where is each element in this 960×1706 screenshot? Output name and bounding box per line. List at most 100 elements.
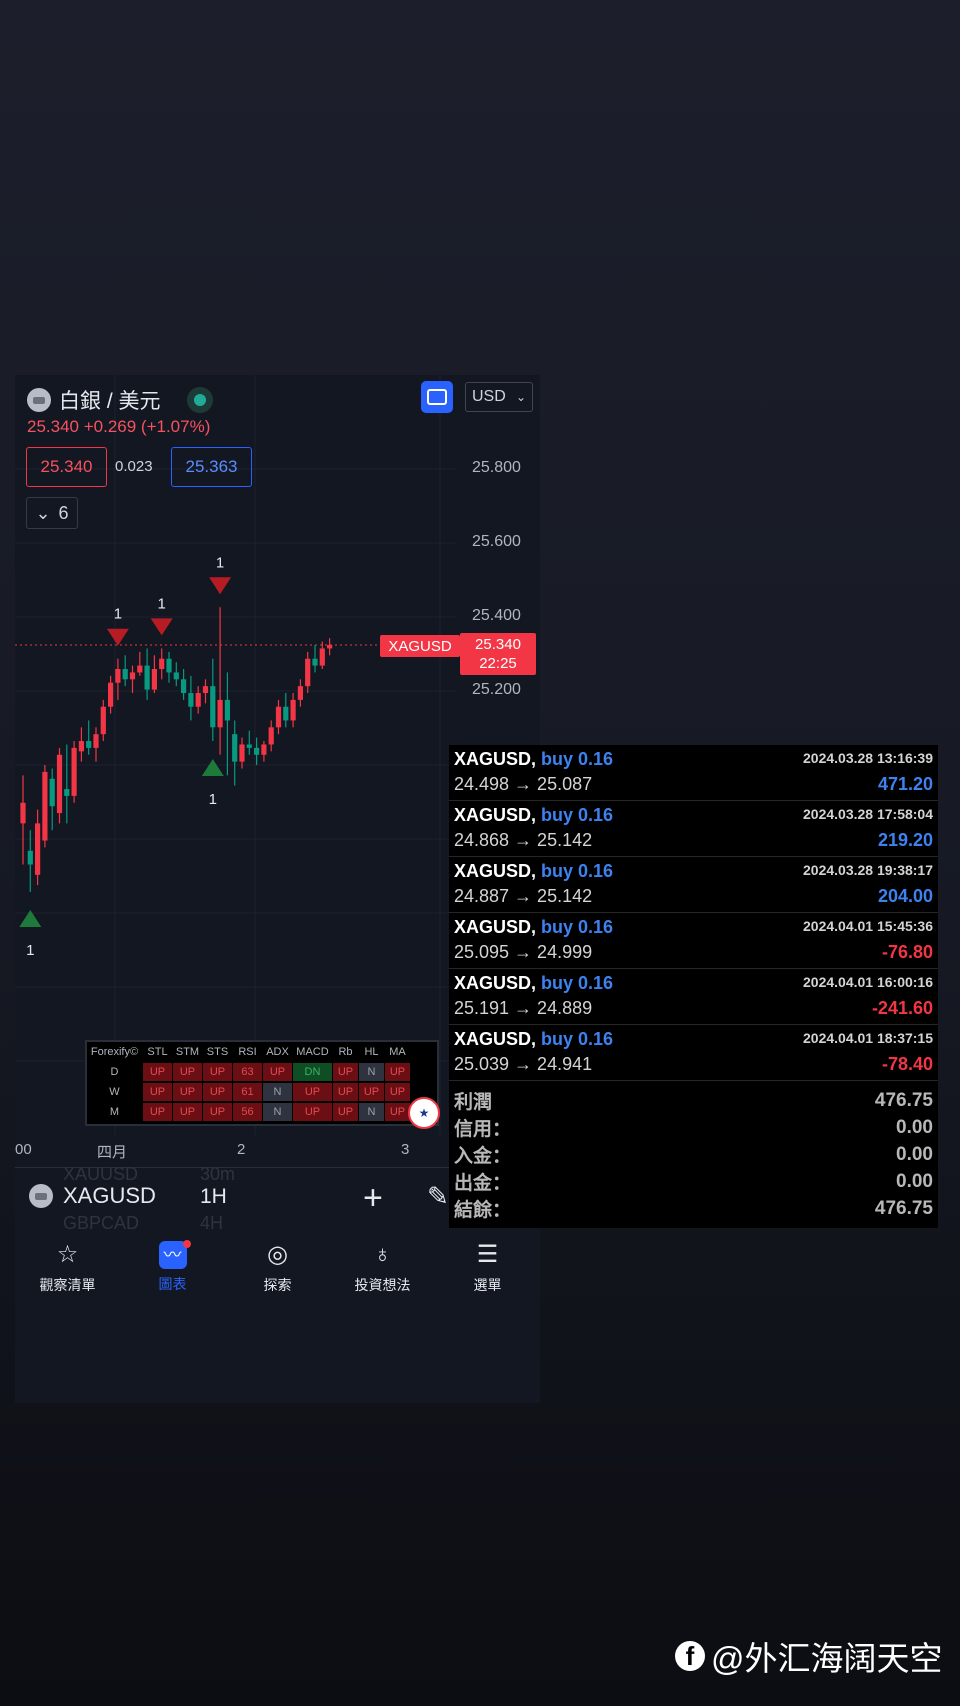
trade-profit: -78.40 bbox=[881, 1054, 933, 1074]
forexify-row: W UP UP UP 61 N UP UP UP UP bbox=[87, 1082, 437, 1102]
summary-value: 476.75 bbox=[874, 1089, 933, 1111]
forexify-cell: UP bbox=[173, 1103, 203, 1121]
nav-menu[interactable]: ☰ 選單 bbox=[435, 1232, 540, 1302]
sell-signal-marker bbox=[106, 628, 129, 646]
trade-profit: 471.20 bbox=[877, 774, 933, 794]
symbol-text: XAGUSD, bbox=[454, 1029, 537, 1049]
trade-prices: 24.887 → 25.142 bbox=[454, 886, 593, 906]
candle-body bbox=[78, 741, 84, 752]
ghost-timeframe: 30m bbox=[200, 1164, 236, 1184]
column-header: STS bbox=[203, 1043, 233, 1061]
silver-coin-icon bbox=[27, 388, 51, 412]
candle-body bbox=[166, 658, 172, 673]
forexify-title: Forexify© bbox=[87, 1043, 143, 1061]
nav-watchlist[interactable]: ☆ 觀察清單 bbox=[15, 1232, 120, 1302]
toolbar-symbol: XAGUSD bbox=[63, 1183, 156, 1208]
symbol-text: XAGUSD, bbox=[454, 805, 537, 825]
forexify-cell: UP bbox=[143, 1103, 173, 1121]
price-axis-label: 25.200 bbox=[472, 681, 521, 698]
candle-body bbox=[86, 741, 92, 748]
forexify-cell: UP bbox=[333, 1103, 359, 1121]
candle-body bbox=[35, 823, 41, 875]
column-header: MA bbox=[385, 1043, 411, 1061]
trade-row: XAGUSD, buy 0.16 2024.03.28 19:38:17 24.88… bbox=[449, 857, 938, 913]
column-header: STM bbox=[173, 1043, 203, 1061]
currency-value: USD bbox=[472, 388, 506, 405]
trade-symbol: XAGUSD, buy 0.16 bbox=[454, 1029, 613, 1050]
last-price: 25.340 bbox=[475, 636, 521, 653]
candle-body bbox=[93, 734, 99, 748]
market-open-icon bbox=[186, 387, 213, 413]
watermark-text: @外汇海阔天空 bbox=[711, 1640, 943, 1677]
chevron-down-icon: ⌄ bbox=[515, 390, 526, 404]
ghost-symbol: GBPCAD bbox=[63, 1213, 140, 1233]
trade-prices: 25.039 → 24.941 bbox=[454, 1054, 593, 1074]
nav-ideas[interactable]: ♁ 投資想法 bbox=[330, 1232, 435, 1302]
nav-chart[interactable]: 〰 圖表 bbox=[120, 1232, 225, 1302]
candle-body bbox=[137, 665, 143, 673]
candle-body bbox=[283, 706, 289, 721]
trade-time: 2024.04.01 15:45:36 bbox=[803, 918, 933, 934]
summary-row: 結餘： 476.75 bbox=[454, 1195, 933, 1222]
time-axis-label: 3 bbox=[401, 1141, 410, 1158]
trade-time: 2024.03.28 13:16:39 bbox=[803, 750, 933, 766]
trade-side: buy 0.16 bbox=[541, 861, 614, 881]
trade-row: XAGUSD, buy 0.16 2024.03.28 13:16:39 24.49… bbox=[449, 745, 938, 801]
forexify-cell: N bbox=[359, 1063, 385, 1081]
ghost-symbol: XAUUSD bbox=[63, 1164, 139, 1184]
summary-label: 出金： bbox=[454, 1173, 512, 1194]
row-label: D bbox=[87, 1063, 143, 1081]
candle-body bbox=[71, 747, 77, 796]
column-header: ADX bbox=[263, 1043, 293, 1061]
trade-time: 2024.04.01 18:37:15 bbox=[803, 1030, 933, 1046]
candle-body bbox=[20, 802, 26, 824]
forexify-cell: UP bbox=[173, 1083, 203, 1101]
candle-body bbox=[188, 693, 194, 707]
indicators-toggle[interactable]: ⌄ 6 bbox=[26, 497, 78, 529]
sell-signal-marker bbox=[150, 618, 173, 636]
fullscreen-button[interactable] bbox=[421, 381, 453, 413]
nav-explore[interactable]: ◎ 探索 bbox=[225, 1232, 330, 1302]
silver-coin-icon bbox=[29, 1184, 53, 1208]
forexify-rows: D UP UP UP 63 UP DN UP N UP W UP UP UP 61 N UP UP UP UP M UP U… bbox=[87, 1062, 437, 1122]
price-change: 25.340 +0.269 (+1.07%) bbox=[27, 417, 211, 436]
sell-signal-marker bbox=[209, 577, 232, 595]
watermark: f @外汇海阔天空 bbox=[675, 1632, 943, 1680]
drawing-pen-icon[interactable]: ✎ bbox=[427, 1181, 449, 1212]
candle-body bbox=[202, 686, 209, 694]
candle-body bbox=[319, 648, 325, 666]
sell-price-button[interactable]: 25.340 bbox=[26, 447, 107, 487]
symbol-search-button[interactable]: XAGUSD bbox=[29, 1183, 156, 1209]
trade-time: 2024.04.01 16:00:16 bbox=[803, 974, 933, 990]
candle-body bbox=[217, 699, 223, 728]
compass-icon: ◎ bbox=[267, 1240, 288, 1268]
forexify-cell: UP bbox=[203, 1083, 233, 1101]
price-axis-label: 25.600 bbox=[472, 533, 521, 550]
forexify-cell: UP bbox=[293, 1083, 333, 1101]
row-label: M bbox=[87, 1103, 143, 1121]
summary-row: 出金： 0.00 bbox=[454, 1168, 933, 1195]
candle-body bbox=[108, 682, 114, 707]
ghost-timeframe: 4H bbox=[200, 1213, 224, 1233]
symbol-price-tag: XAGUSD bbox=[380, 635, 460, 657]
summary-value: 0.00 bbox=[896, 1143, 933, 1165]
forexify-cell: UP bbox=[203, 1063, 233, 1081]
candle-body bbox=[261, 744, 267, 755]
forexify-cell: UP bbox=[173, 1063, 203, 1081]
forexify-cell: 56 bbox=[233, 1103, 263, 1121]
candle-body bbox=[122, 669, 128, 680]
add-icon[interactable]: + bbox=[363, 1179, 383, 1218]
summary-label: 入金： bbox=[454, 1146, 512, 1167]
summary-value: 476.75 bbox=[874, 1197, 933, 1219]
candle-body bbox=[27, 850, 33, 865]
currency-select[interactable]: USD ⌄ bbox=[465, 382, 533, 412]
symbol-header[interactable]: 白銀 / 美元 bbox=[27, 385, 213, 415]
summary-row: 利潤 476.75 bbox=[454, 1087, 933, 1114]
bar-countdown: 22:25 bbox=[479, 655, 517, 672]
timeframe-button[interactable]: 1H bbox=[200, 1185, 227, 1209]
trade-time: 2024.03.28 19:38:17 bbox=[803, 862, 933, 878]
signal-label: 1 bbox=[216, 554, 224, 571]
candle-body bbox=[42, 771, 48, 841]
forexify-cell: 61 bbox=[233, 1083, 263, 1101]
buy-price-button[interactable]: 25.363 bbox=[171, 447, 252, 487]
